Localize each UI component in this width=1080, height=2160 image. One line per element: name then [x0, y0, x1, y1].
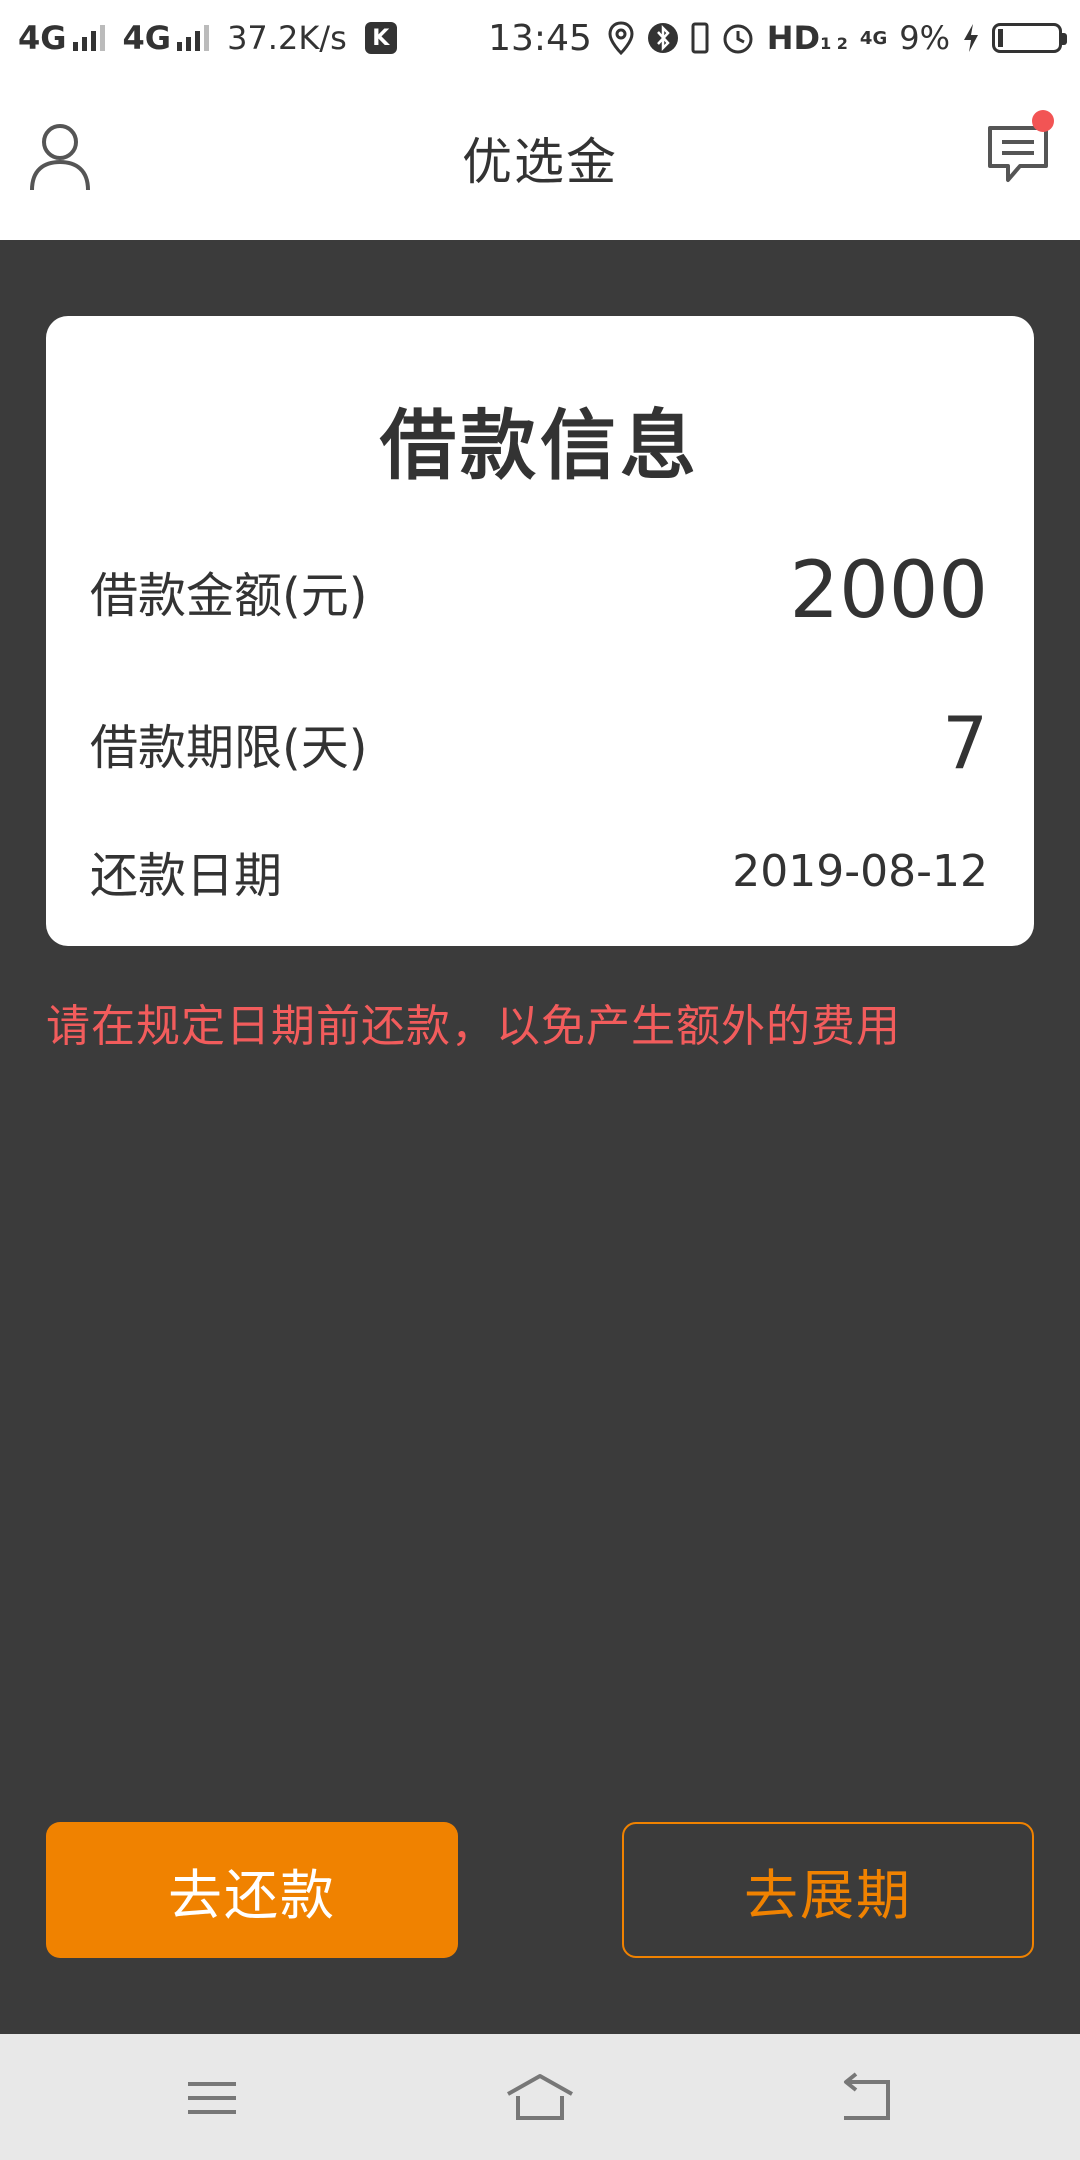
location-icon: [608, 21, 634, 55]
signal-group-1: 4G: [18, 19, 105, 57]
charging-icon: [964, 24, 978, 52]
loan-term-value: 7: [942, 701, 988, 785]
user-icon[interactable]: [28, 120, 92, 192]
network-type-1: 4G: [18, 19, 67, 57]
loan-amount-label: 借款金额(元): [90, 568, 368, 624]
network-type-2: 4G: [122, 19, 172, 57]
status-right: HD1 2 4G 9%: [607, 19, 1067, 57]
unread-dot: [1032, 110, 1054, 132]
bluetooth-icon: [647, 23, 678, 53]
network-speed: 37.2K/s: [227, 19, 347, 57]
loan-term-label: 借款期限(天): [90, 720, 368, 776]
signal-bars-icon: [177, 25, 210, 51]
home-icon[interactable]: [504, 2070, 576, 2126]
battery-icon: [992, 23, 1067, 53]
message-button[interactable]: [984, 110, 1054, 190]
app-header: 优选金: [0, 76, 1080, 240]
loan-info-page: 4G 4G 37.2K/s K 13:45 HD1 2 4G 9% 优选金 借款…: [0, 0, 1080, 2160]
system-nav-bar: [0, 2034, 1080, 2160]
network-4g-badge: 4G: [859, 27, 888, 49]
battery-percent: 9%: [899, 19, 950, 57]
status-bar: 4G 4G 37.2K/s K 13:45 HD1 2 4G 9%: [0, 0, 1080, 76]
vibrate-icon: [691, 22, 709, 54]
loan-amount-value: 2000: [789, 546, 988, 636]
signal-bars-icon: [72, 25, 105, 51]
back-icon[interactable]: [832, 2070, 904, 2126]
page-title: 优选金: [462, 133, 618, 191]
hd-badge: HD1 2: [767, 19, 848, 57]
signal-group-2: 4G: [123, 19, 210, 57]
k-app-icon: K: [364, 22, 397, 54]
card-title: 借款信息: [380, 401, 700, 490]
menu-icon[interactable]: [176, 2070, 248, 2126]
repayment-notice: 请在规定日期前还款，以免产生额外的费用: [46, 1001, 901, 1052]
repay-date-value: 2019-08-12: [732, 845, 988, 897]
loan-info-card: 借款信息 借款金额(元) 2000 借款期限(天) 7 还款日期 2019-08…: [46, 316, 1034, 946]
repay-button[interactable]: 去还款: [46, 1822, 458, 1958]
hd-label: HD: [766, 19, 821, 57]
repay-date-row: 还款日期 2019-08-12: [90, 836, 988, 906]
loan-term-row: 借款期限(天) 7: [90, 688, 988, 798]
status-left: 4G 4G 37.2K/s K: [18, 19, 397, 57]
extend-button[interactable]: 去展期: [622, 1822, 1034, 1958]
alarm-icon: [723, 24, 753, 54]
repay-date-label: 还款日期: [90, 848, 283, 904]
loan-amount-row: 借款金额(元) 2000: [90, 536, 988, 646]
hd-sub: 1 2: [820, 34, 848, 53]
battery-fill: [998, 29, 1003, 47]
